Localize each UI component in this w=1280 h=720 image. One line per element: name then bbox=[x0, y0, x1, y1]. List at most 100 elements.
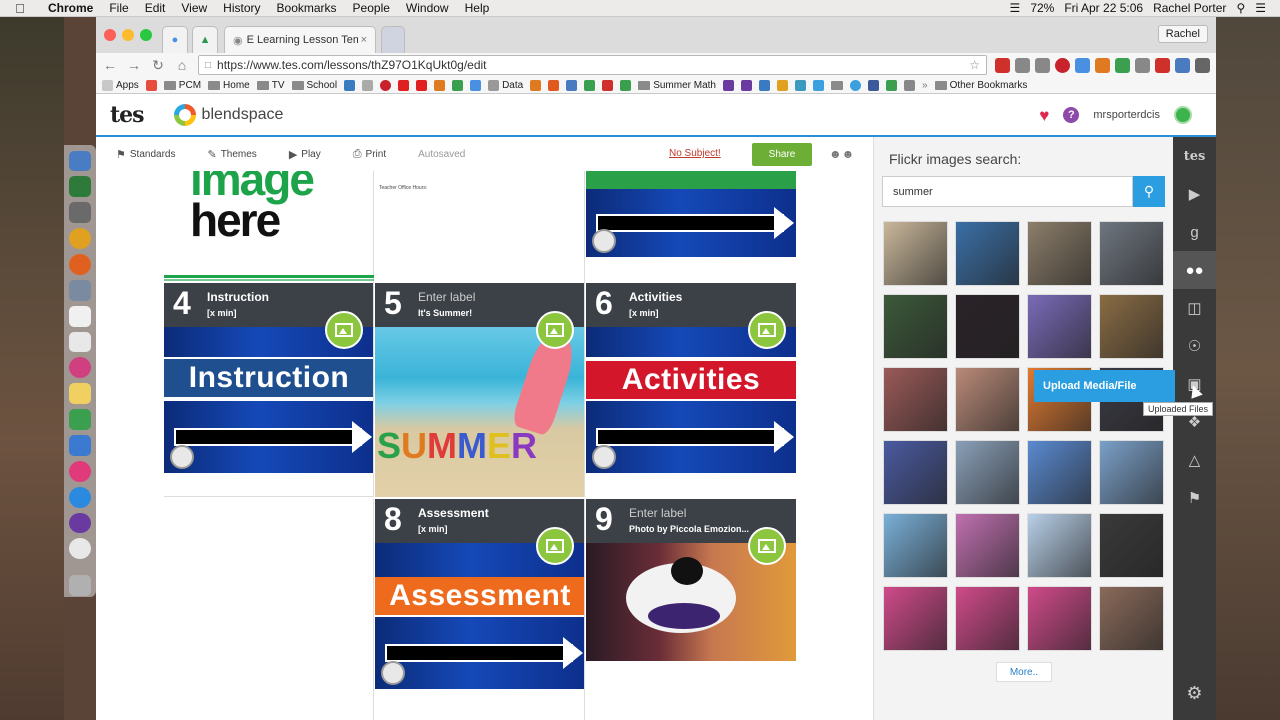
add-image-button[interactable] bbox=[748, 311, 786, 349]
google-drive-icon[interactable]: △ bbox=[1173, 441, 1216, 479]
more-results-button[interactable]: More.. bbox=[996, 662, 1052, 682]
youtube-icon[interactable]: ▶ bbox=[1173, 175, 1216, 213]
tile-sublabel[interactable]: [x min] bbox=[207, 308, 237, 318]
tile-7-empty[interactable] bbox=[164, 499, 374, 720]
back-icon[interactable]: ← bbox=[102, 57, 118, 73]
bookmark-icon[interactable] bbox=[813, 79, 824, 91]
extension-icon[interactable] bbox=[1155, 57, 1170, 73]
bookmark-tv[interactable]: TV bbox=[256, 80, 285, 91]
google-icon[interactable]: g bbox=[1173, 213, 1216, 251]
profile-button[interactable]: Rachel bbox=[1157, 25, 1208, 43]
bookmark-icon[interactable] bbox=[398, 79, 410, 91]
chrome-menu-icon[interactable] bbox=[1195, 57, 1210, 73]
bookmark-icon[interactable] bbox=[868, 79, 879, 91]
current-user[interactable]: Rachel Porter bbox=[1153, 1, 1226, 15]
bookmark-star-icon[interactable]: ☆ bbox=[969, 58, 980, 72]
standards-button[interactable]: ⚑ Standards bbox=[116, 148, 175, 161]
finder-icon[interactable] bbox=[69, 150, 91, 172]
wifi-icon[interactable]: ☰ bbox=[1010, 1, 1021, 15]
bookmark-icon[interactable] bbox=[620, 79, 632, 91]
launchpad-icon[interactable] bbox=[69, 279, 91, 301]
flickr-thumbnail[interactable] bbox=[955, 294, 1020, 359]
bookmark-icon[interactable] bbox=[602, 79, 614, 91]
appstore-icon[interactable] bbox=[69, 486, 91, 508]
bookmark-home[interactable]: Home bbox=[208, 80, 250, 91]
flickr-thumbnail[interactable] bbox=[955, 513, 1020, 578]
flickr-thumbnail[interactable] bbox=[883, 513, 948, 578]
purple-app-icon[interactable] bbox=[69, 512, 91, 534]
bookmark-icon[interactable] bbox=[530, 79, 542, 91]
help-icon[interactable]: ? bbox=[1063, 107, 1080, 123]
upload-media-flyout[interactable]: Upload Media/File bbox=[1034, 370, 1175, 402]
tile-sublabel[interactable]: Photo by Piccola Emozion... bbox=[629, 524, 749, 534]
username[interactable]: mrsporterdcis bbox=[1093, 109, 1160, 121]
close-tab-icon[interactable]: × bbox=[361, 34, 367, 46]
extension-icon[interactable] bbox=[1115, 57, 1130, 73]
flickr-thumbnail[interactable] bbox=[1027, 440, 1092, 505]
search-button[interactable]: ⚲ bbox=[1133, 176, 1165, 207]
heart-icon[interactable]: ♥ bbox=[1039, 107, 1049, 124]
flickr-thumbnail[interactable] bbox=[955, 367, 1020, 432]
flickr-thumbnail[interactable] bbox=[1027, 294, 1092, 359]
spotlight-icon[interactable]: ⚲ bbox=[1236, 1, 1245, 15]
bookmark-icon[interactable] bbox=[470, 79, 482, 91]
numbers-icon[interactable] bbox=[69, 409, 91, 430]
flickr-thumbnail[interactable] bbox=[1027, 586, 1092, 651]
globe-icon[interactable]: ☉ bbox=[1173, 327, 1216, 365]
clock[interactable]: Fri Apr 22 5:06 bbox=[1064, 1, 1143, 15]
bookmark-icon[interactable] bbox=[566, 79, 578, 91]
tile-sublabel[interactable]: [x min] bbox=[629, 308, 659, 318]
zoom-window-button[interactable] bbox=[140, 29, 152, 41]
chrome-icon[interactable] bbox=[69, 228, 91, 249]
tile-9[interactable]: 9 Enter label Photo by Piccola Emozion..… bbox=[586, 499, 796, 720]
flickr-thumbnail[interactable] bbox=[883, 367, 948, 432]
tag-icon[interactable]: ⚑ bbox=[1173, 479, 1216, 517]
bookmark-icon[interactable] bbox=[362, 79, 374, 91]
extension-icon[interactable] bbox=[1175, 57, 1190, 73]
keynote-icon[interactable] bbox=[69, 434, 91, 456]
flickr-thumbnail[interactable] bbox=[1099, 221, 1164, 286]
tile-sublabel[interactable]: It's Summer! bbox=[418, 308, 472, 318]
panel-icon[interactable]: ◫ bbox=[1173, 289, 1216, 327]
add-image-button[interactable] bbox=[536, 527, 574, 565]
apple-menu-icon[interactable]:  bbox=[0, 1, 40, 16]
tes-logo[interactable]: tes bbox=[110, 102, 145, 128]
tab-active[interactable]: ◉ E Learning Lesson Templat × bbox=[224, 26, 376, 53]
menu-app-name[interactable]: Chrome bbox=[40, 1, 101, 15]
bookmark-icon[interactable] bbox=[723, 79, 734, 91]
battery-status[interactable]: 72% bbox=[1030, 1, 1054, 15]
flickr-thumbnail[interactable] bbox=[1027, 221, 1092, 286]
add-image-button[interactable] bbox=[325, 311, 363, 349]
notification-center-icon[interactable]: ☰ bbox=[1255, 1, 1266, 15]
bookmark-icon[interactable] bbox=[584, 79, 596, 91]
tile-label[interactable]: Activities bbox=[629, 290, 682, 304]
bookmark-icon[interactable] bbox=[416, 79, 428, 91]
tile-5[interactable]: 5 Enter label It's Summer! S U M M E R bbox=[375, 283, 585, 497]
drive-tab[interactable]: ▲ bbox=[192, 26, 218, 53]
bookmark-icon[interactable] bbox=[904, 79, 915, 91]
bookmark-icon[interactable] bbox=[380, 79, 392, 91]
minimize-window-button[interactable] bbox=[122, 29, 134, 41]
print-button[interactable]: ⎙ Print bbox=[353, 148, 386, 161]
pinned-tab[interactable]: ● bbox=[162, 26, 188, 53]
notes-icon[interactable] bbox=[69, 305, 91, 327]
tile-image-placeholder[interactable]: image here bbox=[164, 171, 374, 283]
bookmark-icon[interactable] bbox=[831, 80, 843, 90]
bookmark-icon[interactable] bbox=[548, 79, 560, 91]
tile-document[interactable]: Teacher Office Hours: bbox=[375, 171, 585, 283]
firefox-icon[interactable] bbox=[69, 253, 91, 275]
bookmark-pcm[interactable]: PCM bbox=[163, 80, 201, 91]
more-bookmarks-icon[interactable]: » bbox=[922, 80, 928, 91]
bookmark-data[interactable]: Data bbox=[488, 79, 523, 91]
menu-file[interactable]: File bbox=[101, 1, 136, 15]
tile-6[interactable]: 6 Activities [x min] Activities bbox=[586, 283, 796, 497]
tile-sublabel[interactable]: [x min] bbox=[418, 524, 448, 534]
flickr-thumbnail[interactable] bbox=[1027, 513, 1092, 578]
bookmark-summer-math[interactable]: Summer Math bbox=[638, 80, 716, 91]
flickr-thumbnail[interactable] bbox=[955, 586, 1020, 651]
new-tab-button[interactable] bbox=[381, 26, 405, 53]
flickr-thumbnail[interactable] bbox=[1099, 513, 1164, 578]
cast-icon[interactable] bbox=[1015, 57, 1030, 73]
itunes-icon[interactable] bbox=[69, 460, 91, 482]
menu-bookmarks[interactable]: Bookmarks bbox=[269, 1, 345, 15]
